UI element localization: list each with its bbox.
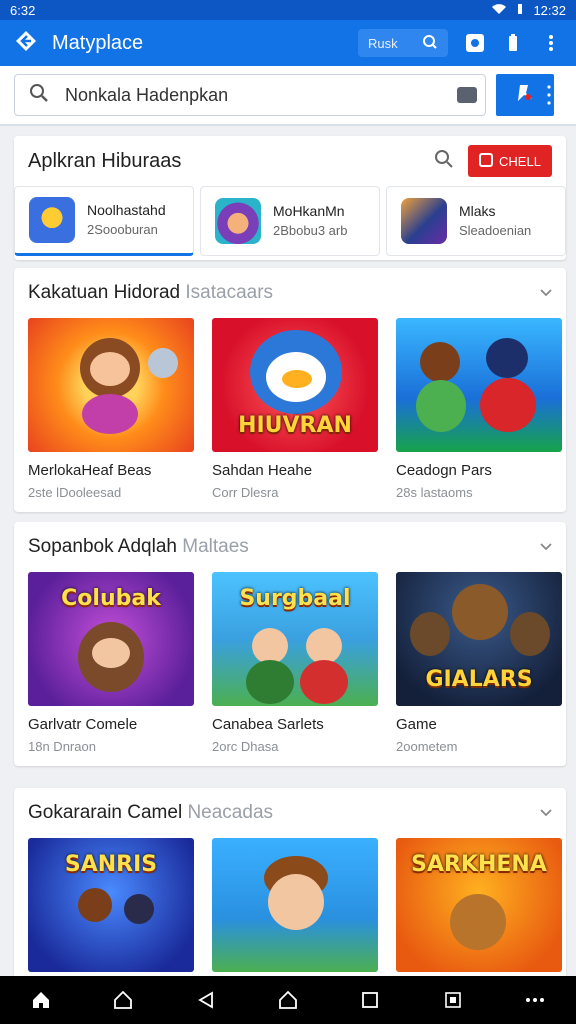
art-text: GIALARS	[425, 667, 533, 692]
search-icon[interactable]	[434, 149, 454, 174]
featured-action-button[interactable]: CHELL	[468, 145, 552, 177]
game-card[interactable]: GIALARS Game 2oometem	[396, 572, 564, 754]
game-card[interactable]: Colubak Garlvatr Comele 18n Dnraon	[28, 572, 196, 754]
featured-action-label: CHELL	[499, 153, 541, 169]
game-artwork: SANRIS	[28, 838, 194, 972]
search-input[interactable]	[65, 84, 425, 106]
chip-name: Noolhastahd	[87, 202, 166, 218]
section-subtitle: Neacadas	[187, 802, 274, 823]
back-triangle-icon[interactable]	[193, 987, 219, 1013]
app-thumbnail	[29, 197, 75, 243]
game-name: Sahdan Heahe	[212, 462, 313, 479]
art-text: Colubak	[61, 586, 161, 611]
signal-icon	[515, 3, 525, 18]
game-sub: 2orc Dhasa	[212, 739, 279, 754]
status-time: 6:32	[10, 2, 36, 18]
status-clock: 12:32	[533, 2, 566, 18]
art-text: Surgbaal	[239, 586, 351, 611]
status-bar: 6:32 12:32	[0, 0, 576, 20]
game-card[interactable]: Ceadogn Pars 28s lastaoms	[396, 318, 564, 500]
game-name: MerlokaHeaf Beas	[28, 462, 152, 479]
chip-sub: 2Bbobu3 arb	[273, 223, 348, 238]
home-outline-icon[interactable]	[110, 987, 136, 1013]
game-sub: 2oometem	[396, 739, 458, 754]
chip-sub: 2Soooburan	[87, 222, 158, 237]
back-icon[interactable]	[14, 29, 38, 58]
game-card[interactable]: Surgbaal Canabea Sarlets 2orc Dhasa	[212, 572, 380, 754]
search-icon	[29, 83, 49, 108]
search-icon	[422, 34, 438, 53]
art-text: SARKHENA	[411, 852, 547, 877]
game-sub: Corr Dlesra	[212, 485, 279, 500]
app-thumbnail	[401, 198, 447, 244]
art-text: HIUVRAN	[238, 413, 352, 438]
screenshot-icon[interactable]	[440, 987, 466, 1013]
game-name: Game	[396, 716, 437, 733]
game-artwork	[28, 318, 194, 452]
game-card[interactable]: SARKHENA	[396, 838, 564, 972]
featured-chips: Noolhastahd 2Soooburan MoHkanMn 2Bbobu3 …	[14, 186, 566, 256]
wifi-icon	[491, 3, 507, 18]
game-name: Canabea Sarlets	[212, 716, 324, 733]
chevron-down-icon[interactable]	[540, 536, 552, 558]
featured-card: Aplkran Hiburaas CHELL Noolhastahd 2Sooo…	[14, 136, 566, 260]
game-artwork: Colubak	[28, 572, 194, 706]
more-vert-icon[interactable]	[540, 32, 562, 54]
game-artwork: GIALARS	[396, 572, 562, 706]
game-card[interactable]: MerlokaHeaf Beas 2ste lDooleesad	[28, 318, 196, 500]
search-box[interactable]	[14, 74, 486, 116]
game-name: Ceadogn Pars	[396, 462, 492, 479]
appbar-search-label: Rusk	[368, 35, 398, 51]
game-sub: 2ste lDooleesad	[28, 485, 122, 500]
game-card[interactable]: HIUVRAN Sahdan Heahe Corr Dlesra	[212, 318, 380, 500]
game-artwork: HIUVRAN	[212, 318, 378, 452]
featured-chip[interactable]: Noolhastahd 2Soooburan	[14, 186, 194, 256]
game-artwork: SARKHENA	[396, 838, 562, 972]
section-subtitle: Isatacaars	[185, 282, 274, 303]
featured-chip[interactable]: MoHkanMn 2Bbobu3 arb	[200, 186, 380, 256]
section-title: Sopanbok Adqlah	[28, 536, 177, 557]
section-title: Gokararain Camel	[28, 802, 183, 823]
game-section: Kakatuan Hidorad Isatacaars MerlokaHeaf …	[14, 268, 566, 512]
house-icon[interactable]	[275, 987, 301, 1013]
game-card[interactable]	[212, 838, 380, 972]
game-artwork	[212, 838, 378, 972]
camera-icon[interactable]	[464, 32, 486, 54]
section-title: Kakatuan Hidorad	[28, 282, 181, 303]
more-vert-icon	[547, 84, 551, 111]
art-text: SANRIS	[64, 852, 158, 877]
system-nav-bar	[0, 976, 576, 1024]
featured-title: Aplkran Hiburaas	[28, 149, 182, 172]
featured-chip[interactable]: Mlaks Sleadoenian	[386, 186, 566, 256]
game-sub: 18n Dnraon	[28, 739, 96, 754]
recents-icon[interactable]	[357, 987, 383, 1013]
game-sub: 28s lastaoms	[396, 485, 473, 500]
chip-sub: Sleadoenian	[459, 223, 532, 238]
battery-icon[interactable]	[502, 32, 524, 54]
app-bar: Matyplace Rusk	[0, 20, 576, 66]
image-search-icon[interactable]	[457, 87, 477, 103]
section-subtitle: Maltaes	[182, 536, 249, 557]
chevron-down-icon[interactable]	[540, 282, 552, 304]
gift-icon	[479, 152, 494, 170]
chevron-down-icon[interactable]	[540, 802, 552, 824]
mic-icon	[514, 81, 536, 110]
search-row	[0, 66, 576, 126]
app-thumbnail	[215, 198, 261, 244]
appbar-search-button[interactable]: Rusk	[358, 29, 448, 57]
game-artwork	[396, 318, 562, 452]
game-artwork: Surgbaal	[212, 572, 378, 706]
app-title: Matyplace	[52, 31, 144, 54]
chip-name: Mlaks	[459, 203, 496, 219]
voice-search-button[interactable]	[496, 74, 554, 116]
more-horiz-icon[interactable]	[522, 987, 548, 1013]
game-card[interactable]: SANRIS	[28, 838, 196, 972]
chip-name: MoHkanMn	[273, 203, 345, 219]
game-section: Sopanbok Adqlah Maltaes Colubak Garlvatr…	[14, 522, 566, 766]
game-name: Garlvatr Comele	[28, 716, 138, 733]
home-icon[interactable]	[28, 987, 54, 1013]
